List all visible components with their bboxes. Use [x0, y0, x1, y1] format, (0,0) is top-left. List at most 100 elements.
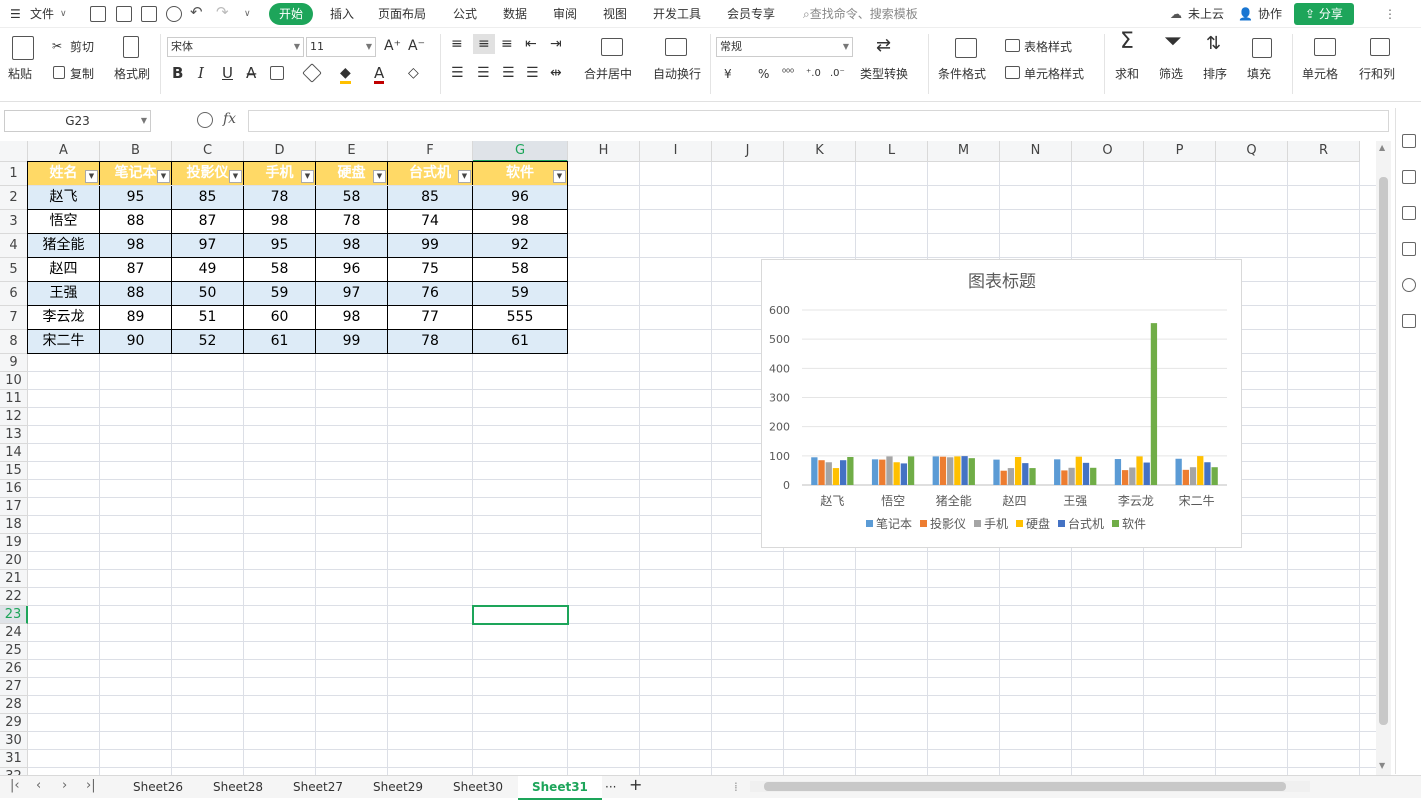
- column-header-D[interactable]: D: [244, 141, 316, 162]
- table-value-cell[interactable]: 78: [244, 186, 316, 210]
- font-color-icon[interactable]: A: [374, 65, 385, 84]
- chart-bar[interactable]: [1022, 463, 1029, 485]
- table-value-cell[interactable]: 95: [100, 186, 172, 210]
- tab-formula[interactable]: 公式: [453, 5, 477, 23]
- zoom-icon[interactable]: [197, 112, 213, 128]
- name-box[interactable]: G23 ▼: [4, 110, 151, 132]
- table-value-cell[interactable]: 96: [316, 258, 388, 282]
- number-format-select[interactable]: 常规 ▼: [716, 37, 853, 57]
- row-header-6[interactable]: 6: [0, 282, 28, 306]
- formula-input[interactable]: [248, 110, 1389, 132]
- table-value-cell[interactable]: 58: [473, 258, 568, 282]
- column-header-J[interactable]: J: [712, 141, 784, 162]
- chart-legend[interactable]: 笔记本 投影仪 手机 硬盘 台式机 软件: [866, 516, 1146, 531]
- row-header-28[interactable]: 28: [0, 696, 28, 714]
- adjust-icon[interactable]: [1402, 170, 1416, 184]
- tab-developer[interactable]: 开发工具: [653, 5, 701, 23]
- command-search[interactable]: ⌕查找命令、搜索模板: [803, 5, 918, 23]
- row-header-11[interactable]: 11: [0, 390, 28, 408]
- select-all-corner[interactable]: [0, 141, 28, 162]
- column-header-N[interactable]: N: [1000, 141, 1072, 162]
- table-value-cell[interactable]: 52: [172, 330, 244, 354]
- row-header-4[interactable]: 4: [0, 234, 28, 258]
- chart-bar[interactable]: [818, 460, 825, 485]
- row-header-24[interactable]: 24: [0, 624, 28, 642]
- cut-button[interactable]: 剪切: [70, 39, 94, 55]
- chart-bar[interactable]: [1121, 470, 1129, 485]
- column-header-O[interactable]: O: [1072, 141, 1144, 162]
- column-header-H[interactable]: H: [568, 141, 640, 162]
- cell-style-button[interactable]: 单元格样式: [1024, 66, 1084, 82]
- chart-bar[interactable]: [939, 456, 947, 485]
- distributed-icon[interactable]: ⇹: [550, 65, 562, 81]
- chart-title[interactable]: 图表标题: [968, 272, 1036, 292]
- row-col-button[interactable]: 行和列: [1359, 66, 1395, 82]
- decrease-decimal-icon[interactable]: .0⁻: [830, 66, 845, 82]
- horizontal-scroll-thumb[interactable]: [764, 782, 1286, 791]
- table-value-cell[interactable]: 87: [172, 210, 244, 234]
- chart-bar[interactable]: [1189, 467, 1197, 485]
- type-convert-button[interactable]: 类型转换: [860, 66, 908, 82]
- row-header-16[interactable]: 16: [0, 480, 28, 498]
- align-middle-icon[interactable]: ≡: [473, 34, 495, 54]
- table-value-cell[interactable]: 98: [473, 210, 568, 234]
- row-header-14[interactable]: 14: [0, 444, 28, 462]
- row-header-20[interactable]: 20: [0, 552, 28, 570]
- row-header-31[interactable]: 31: [0, 750, 28, 768]
- align-top-icon[interactable]: ≡: [451, 36, 463, 52]
- chart-bar[interactable]: [1197, 456, 1204, 485]
- format-painter-button[interactable]: 格式刷: [114, 66, 150, 82]
- function-icon[interactable]: fx: [223, 111, 236, 127]
- border-icon[interactable]: [270, 66, 284, 80]
- row-header-5[interactable]: 5: [0, 258, 28, 282]
- chart-bar[interactable]: [893, 462, 900, 485]
- table-value-cell[interactable]: 98: [244, 210, 316, 234]
- selected-cell-G23[interactable]: [472, 605, 569, 625]
- book-icon[interactable]: [1402, 314, 1416, 328]
- row-header-27[interactable]: 27: [0, 678, 28, 696]
- chart-bar[interactable]: [1075, 456, 1082, 485]
- table-value-cell[interactable]: 89: [100, 306, 172, 330]
- sheet-tab-sheet29[interactable]: Sheet29: [373, 779, 423, 795]
- cursor-select-icon[interactable]: [1402, 134, 1416, 148]
- chart[interactable]: 图表标题 0 100 200 300 400 500 600 赵飞 悟空 猪全能 赵四 王强 李云龙 宋…: [761, 259, 1242, 548]
- row-header-23[interactable]: 23: [0, 606, 28, 624]
- vertical-scrollbar[interactable]: ▲ ▼: [1376, 141, 1391, 775]
- cell-button[interactable]: 单元格: [1302, 66, 1338, 82]
- next-sheet-icon[interactable]: ›: [62, 778, 67, 793]
- row-header-8[interactable]: 8: [0, 330, 28, 354]
- table-row-name-cell[interactable]: 赵飞: [28, 186, 100, 210]
- scroll-split-icon[interactable]: ⁞: [734, 779, 738, 795]
- chart-bar[interactable]: [947, 457, 954, 485]
- italic-button[interactable]: I: [198, 65, 204, 81]
- column-header-K[interactable]: K: [784, 141, 856, 162]
- chart-bar[interactable]: [1136, 456, 1143, 485]
- column-header-M[interactable]: M: [928, 141, 1000, 162]
- row-header-17[interactable]: 17: [0, 498, 28, 516]
- table-value-cell[interactable]: 97: [316, 282, 388, 306]
- tab-review[interactable]: 审阅: [553, 5, 577, 23]
- table-value-cell[interactable]: 96: [473, 186, 568, 210]
- percent-button[interactable]: %: [758, 66, 769, 82]
- merge-center-button[interactable]: 合并居中: [584, 66, 632, 82]
- table-value-cell[interactable]: 98: [100, 234, 172, 258]
- table-style-button[interactable]: 表格样式: [1024, 39, 1072, 55]
- font-size-select[interactable]: 11 ▼: [306, 37, 376, 57]
- transform-icon[interactable]: [1402, 206, 1416, 220]
- table-row-name-cell[interactable]: 李云龙: [28, 306, 100, 330]
- table-value-cell[interactable]: 88: [100, 282, 172, 306]
- row-header-22[interactable]: 22: [0, 588, 28, 606]
- align-right-icon[interactable]: ☰: [502, 65, 515, 81]
- table-row-name-cell[interactable]: 宋二牛: [28, 330, 100, 354]
- table-value-cell[interactable]: 98: [316, 306, 388, 330]
- row-header-26[interactable]: 26: [0, 660, 28, 678]
- chart-bar[interactable]: [1061, 470, 1068, 485]
- tab-start[interactable]: 开始: [269, 3, 313, 25]
- table-row-name-cell[interactable]: 悟空: [28, 210, 100, 234]
- last-sheet-icon[interactable]: ›|: [86, 778, 96, 793]
- chart-bar[interactable]: [1029, 468, 1036, 485]
- font-family-select[interactable]: 宋体 ▼: [167, 37, 304, 57]
- copy-button[interactable]: 复制: [70, 66, 94, 82]
- sheet-tab-sheet27[interactable]: Sheet27: [293, 779, 343, 795]
- chart-bar[interactable]: [847, 457, 854, 485]
